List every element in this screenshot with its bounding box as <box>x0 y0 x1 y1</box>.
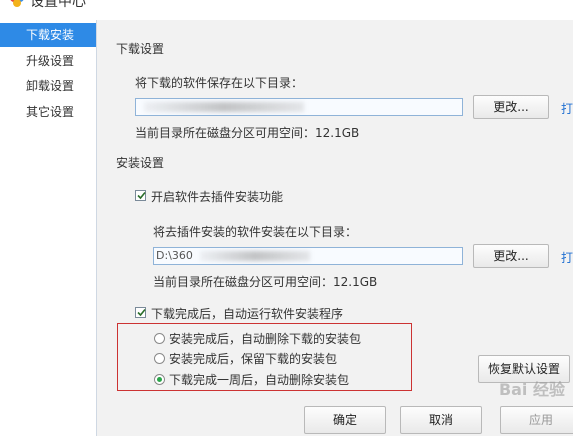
install-path-value: D:\360 <box>156 249 193 262</box>
plugin-install-label: 开启软件去插件安装功能 <box>151 190 284 204</box>
download-change-button[interactable]: 更改... <box>473 95 549 119</box>
option-delete-after-week-label: 下载完成一周后，自动删除安装包 <box>169 373 350 387</box>
radio-delete-after-install[interactable] <box>154 333 165 344</box>
auto-run-checkbox[interactable] <box>135 307 146 318</box>
install-change-button[interactable]: 更改... <box>473 244 549 268</box>
cancel-button[interactable]: 取消 <box>400 406 482 434</box>
ok-button[interactable]: 确定 <box>304 406 386 434</box>
check-icon <box>137 308 146 317</box>
sidebar-item-other[interactable]: 其它设置 <box>0 100 96 124</box>
title-bar: 设置中心 <box>0 0 573 20</box>
app-logo-icon <box>10 0 24 7</box>
sidebar-item-upgrade[interactable]: 升级设置 <box>0 49 96 73</box>
settings-panel: 下载设置 将下载的软件保存在以下目录： 更改... 打 当前目录所在磁盘分区可用… <box>97 20 573 436</box>
save-dir-label: 将下载的软件保存在以下目录： <box>135 76 304 90</box>
install-path-input[interactable]: D:\360 <box>153 247 463 265</box>
download-section-title: 下载设置 <box>116 42 165 56</box>
watermark: Bai 经验 <box>498 380 565 399</box>
sidebar-item-download-install[interactable]: 下载安装 <box>0 23 96 47</box>
install-space-text: 当前目录所在磁盘分区可用空间：12.1GB <box>153 275 378 289</box>
install-section-title: 安装设置 <box>116 156 165 170</box>
plugin-install-checkbox[interactable] <box>135 190 146 201</box>
install-dir-label: 将去插件安装的软件安装在以下目录： <box>153 225 358 239</box>
radio-delete-after-week[interactable] <box>154 374 165 385</box>
sidebar: 下载安装 升级设置 卸载设置 其它设置 <box>0 20 97 436</box>
redacted-path-mask <box>144 102 304 112</box>
download-path-input[interactable] <box>135 98 463 116</box>
sidebar-item-uninstall[interactable]: 卸载设置 <box>0 74 96 98</box>
auto-run-label: 下载完成后，自动运行软件安装程序 <box>151 307 344 321</box>
apply-button[interactable]: 应用 <box>500 406 573 434</box>
download-open-link[interactable]: 打 <box>561 100 573 117</box>
window-title: 设置中心 <box>30 0 86 10</box>
radio-keep-package[interactable] <box>154 353 165 364</box>
check-icon <box>137 191 146 200</box>
option-delete-after-install-label: 安装完成后，自动删除下载的安装包 <box>169 332 362 346</box>
redacted-path-mask <box>200 251 310 261</box>
install-open-link[interactable]: 打 <box>561 249 573 266</box>
option-keep-package-label: 安装完成后，保留下载的安装包 <box>169 352 338 366</box>
download-space-text: 当前目录所在磁盘分区可用空间：12.1GB <box>135 126 360 140</box>
